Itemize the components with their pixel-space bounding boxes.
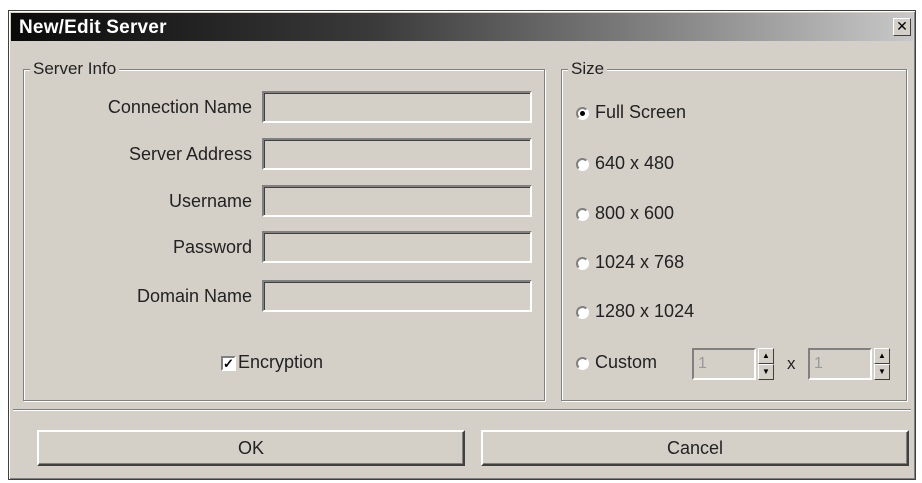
custom-width-input[interactable]: 1 bbox=[692, 348, 756, 380]
ok-button[interactable]: OK bbox=[37, 430, 465, 466]
radio-640x480[interactable] bbox=[576, 158, 589, 171]
server-address-label: Server Address bbox=[128, 144, 252, 164]
640x480-label[interactable]: 640 x 480 bbox=[595, 153, 674, 174]
spin-up-icon[interactable]: ▲ bbox=[874, 348, 890, 364]
username-label: Username bbox=[168, 191, 252, 211]
connection-name-input[interactable] bbox=[262, 91, 532, 123]
spin-up-icon[interactable]: ▲ bbox=[758, 348, 774, 364]
domain-name-label: Domain Name bbox=[136, 286, 252, 306]
custom-label[interactable]: Custom bbox=[595, 352, 657, 373]
title-bar[interactable]: New/Edit Server ✕ bbox=[11, 13, 913, 41]
check-icon: ✓ bbox=[223, 356, 234, 371]
spin-down-icon[interactable]: ▼ bbox=[874, 364, 890, 380]
size-group: Size Full Screen 640 x 480 800 x 600 102… bbox=[561, 59, 907, 401]
custom-width-spinner[interactable]: ▲ ▼ bbox=[758, 348, 774, 380]
encryption-checkbox[interactable]: ✓ bbox=[221, 356, 236, 371]
password-input[interactable] bbox=[262, 231, 532, 263]
size-legend: Size bbox=[568, 59, 608, 79]
close-icon: ✕ bbox=[896, 18, 908, 34]
server-info-legend: Server Info bbox=[30, 59, 120, 79]
800x600-label[interactable]: 800 x 600 bbox=[595, 203, 674, 224]
radio-1280x1024[interactable] bbox=[576, 306, 589, 319]
cancel-button[interactable]: Cancel bbox=[481, 430, 909, 466]
radio-800x600[interactable] bbox=[576, 208, 589, 221]
radio-full-screen[interactable] bbox=[576, 107, 589, 120]
full-screen-label[interactable]: Full Screen bbox=[595, 102, 686, 123]
close-button[interactable]: ✕ bbox=[893, 18, 911, 36]
new-edit-server-dialog: New/Edit Server ✕ Server Info Connection… bbox=[8, 10, 916, 480]
password-label: Password bbox=[172, 237, 252, 257]
connection-name-label: Connection Name bbox=[107, 97, 252, 117]
spin-down-icon[interactable]: ▼ bbox=[758, 364, 774, 380]
custom-height-input[interactable]: 1 bbox=[808, 348, 872, 380]
encryption-label[interactable]: Encryption bbox=[238, 352, 323, 373]
server-address-input[interactable] bbox=[262, 138, 532, 170]
username-input[interactable] bbox=[262, 185, 532, 217]
radio-1024x768[interactable] bbox=[576, 257, 589, 270]
custom-height-spinner[interactable]: ▲ ▼ bbox=[874, 348, 890, 380]
1024x768-label[interactable]: 1024 x 768 bbox=[595, 252, 684, 273]
window-title: New/Edit Server bbox=[19, 17, 167, 38]
server-info-group: Server Info Connection Name Server Addre… bbox=[23, 59, 545, 401]
radio-custom[interactable] bbox=[576, 357, 589, 370]
button-separator bbox=[13, 409, 911, 411]
custom-size-separator: x bbox=[787, 354, 796, 373]
1280x1024-label[interactable]: 1280 x 1024 bbox=[595, 301, 694, 322]
domain-name-input[interactable] bbox=[262, 280, 532, 312]
